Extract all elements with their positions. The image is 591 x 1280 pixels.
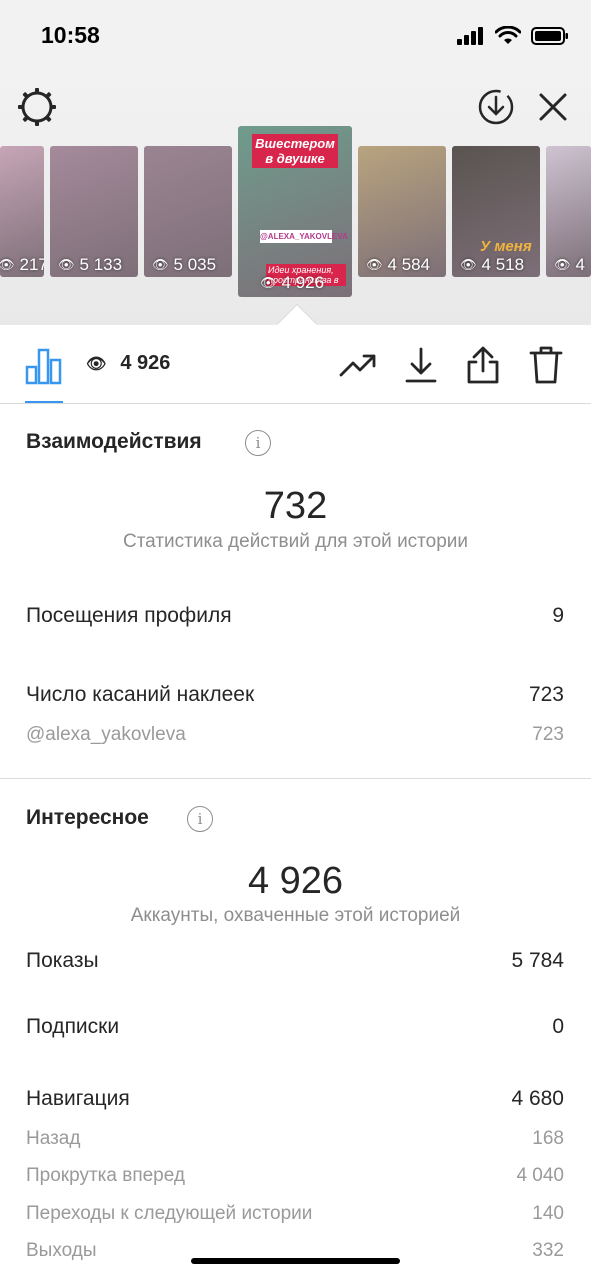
thumbnail-headline: У меня [480,238,532,255]
stat-label: @alexa_yakovleva [26,724,186,745]
stat-label: Показы [26,949,99,972]
thumbnail-views: 👁 4 518 [460,255,525,274]
story-thumbnail[interactable]: 👁 4 [546,146,591,277]
info-icon[interactable]: i [187,806,213,832]
stat-row-sticker-taps: Число касаний наклеек 723 [26,683,564,707]
eye-icon: 👁 [554,257,571,272]
eye-icon: 👁 [86,355,107,373]
story-thumbnail[interactable]: 👁 4 584 [358,146,446,277]
status-icons [457,26,569,45]
section-divider [0,778,591,779]
stat-label: Выходы [26,1240,97,1261]
bar-chart-icon[interactable] [24,347,64,385]
stat-row-navigation: Навигация 4 680 [26,1087,564,1111]
battery-icon [531,26,568,45]
stat-value: 168 [532,1128,564,1149]
story-thumbnail[interactable]: 👁 5 035 [144,146,232,277]
insights-sheet: 👁 4 926 Взаимодействия i 732 Статистика … [0,325,591,1280]
interactions-caption: Статистика действий для этой истории [122,531,469,552]
settings-icon[interactable] [15,85,59,129]
stat-value: 332 [532,1240,564,1261]
stat-label: Число касаний наклеек [26,683,255,706]
share-icon [467,346,499,384]
thumbnail-views: 👁 4 926 [260,273,325,292]
eye-icon: 👁 [260,275,277,290]
stat-subrow-back: Назад 168 [26,1128,564,1150]
stat-label: Переходы к следующей истории [26,1203,313,1224]
story-thumbnail[interactable]: 👁 5 133 [50,146,138,277]
thumbnail-views: 👁 217 [0,255,44,274]
active-tab-indicator [25,401,63,403]
story-thumbnail[interactable]: У меня 👁 4 518 [452,146,540,277]
story-thumbnail-selected[interactable]: Вшестером в двушке @ALEXA_YAKOVLEVA Идеи… [238,126,352,297]
status-time: 10:58 [41,22,100,48]
thumbnail-views: 👁 4 584 [366,255,431,274]
stat-row-follows: Подписки 0 [26,1015,564,1039]
thumbnail-views: 👁 5 035 [152,255,217,274]
discovery-total: 4 926 [247,860,344,902]
trash-icon [529,346,563,384]
stat-value: 723 [528,683,564,706]
close-icon[interactable] [531,85,575,129]
eye-icon: 👁 [366,257,383,272]
eye-icon: 👁 [0,257,15,272]
thumbnail-views: 👁 5 133 [58,255,123,274]
trending-up-icon [339,354,376,377]
thumbnail-tag: @ALEXA_YAKOVLEVA [260,230,348,243]
interactions-title: Взаимодействия [26,430,202,453]
discovery-title: Интересное [26,806,149,829]
download-icon [405,347,437,383]
status-bar: 10:58 [0,0,591,72]
share-button[interactable] [461,343,505,387]
stat-label: Подписки [26,1015,120,1038]
stat-subrow-next-story: Переходы к следующей истории 140 [26,1203,564,1225]
promote-button[interactable] [336,343,380,387]
insights-toolbar: 👁 4 926 [0,325,591,404]
stat-label: Посещения профиля [26,604,232,627]
signal-icon [457,26,483,45]
stat-subrow-mention: @alexa_yakovleva 723 [26,724,564,746]
viewers-count-value: 4 926 [120,352,171,374]
eye-icon: 👁 [152,257,169,272]
save-button[interactable] [399,343,443,387]
stat-value: 9 [552,604,564,627]
wifi-icon [495,26,521,44]
delete-button[interactable] [524,343,568,387]
discovery-caption: Аккаунты, охваченные этой историей [130,905,461,926]
stat-label: Прокрутка вперед [26,1165,185,1186]
stat-value: 140 [532,1203,564,1224]
interactions-total: 732 [263,485,328,527]
thumbnail-views: 👁 4 [554,255,585,274]
stat-label: Навигация [26,1087,130,1110]
stat-value: 0 [552,1015,564,1038]
eye-icon: 👁 [460,257,477,272]
stat-label: Назад [26,1128,81,1149]
story-carousel-area: 👁 217 👁 5 133 👁 5 035 Вшестером в двушке… [0,72,591,325]
info-icon[interactable]: i [245,430,271,456]
stat-value: 723 [532,724,564,745]
stat-row-profile-visits: Посещения профиля 9 [26,604,564,628]
stat-subrow-forward: Прокрутка вперед 4 040 [26,1165,564,1187]
home-indicator [191,1258,400,1264]
story-thumbnail[interactable]: 👁 217 [0,146,44,277]
eye-icon: 👁 [58,257,75,272]
download-circle-icon[interactable] [474,85,518,129]
stat-value: 4 680 [511,1087,564,1110]
stat-row-impressions: Показы 5 784 [26,949,564,973]
stat-value: 5 784 [511,949,564,972]
stat-value: 4 040 [516,1165,564,1186]
viewers-count[interactable]: 👁 4 926 [86,352,170,375]
thumbnail-headline: Вшестером в двушке [252,134,338,168]
